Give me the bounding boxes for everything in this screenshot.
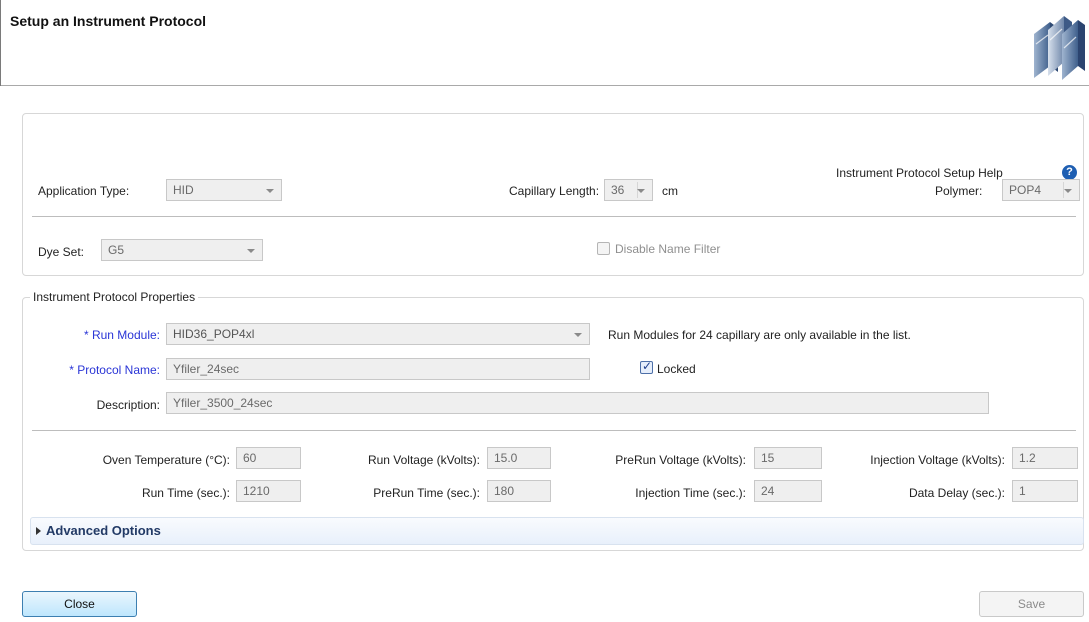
check-icon: ✓ bbox=[642, 359, 653, 373]
polymer-select[interactable]: POP4 bbox=[1002, 179, 1080, 201]
dye-set-value: G5 bbox=[108, 243, 125, 257]
dye-set-select[interactable]: G5 bbox=[101, 239, 263, 261]
properties-legend: Instrument Protocol Properties bbox=[30, 290, 199, 304]
run-module-label-row: * Run Module: bbox=[40, 328, 160, 342]
advanced-options-expander[interactable] bbox=[30, 517, 1084, 545]
data-delay-field[interactable]: 1 bbox=[1012, 480, 1078, 502]
oven-temperature-label: Oven Temperature (°C): bbox=[102, 453, 230, 467]
data-delay-label: Data Delay (sec.): bbox=[908, 486, 1005, 500]
injection-voltage-field[interactable]: 1.2 bbox=[1012, 447, 1078, 469]
run-time-label: Run Time (sec.): bbox=[141, 486, 230, 500]
polymer-value: POP4 bbox=[1009, 183, 1042, 197]
prerun-voltage-value: 15 bbox=[761, 451, 775, 465]
description-label: Description: bbox=[96, 398, 160, 412]
run-module-value: HID36_POP4xl bbox=[173, 327, 255, 341]
prerun-time-field[interactable]: 180 bbox=[487, 480, 551, 502]
disable-name-filter-checkbox[interactable] bbox=[597, 242, 610, 255]
advanced-options-label[interactable]: Advanced Options bbox=[46, 523, 161, 538]
page-title: Setup an Instrument Protocol bbox=[10, 13, 207, 29]
divider bbox=[32, 216, 1076, 217]
injection-time-value: 24 bbox=[761, 484, 775, 498]
required-marker: * bbox=[83, 328, 89, 342]
prerun-time-label: PreRun Time (sec.): bbox=[373, 486, 480, 500]
expand-arrow-icon[interactable] bbox=[36, 527, 41, 535]
protocol-name-label: Protocol Name: bbox=[77, 363, 160, 377]
protocol-name-field[interactable]: Yfiler_24sec bbox=[166, 358, 590, 380]
run-module-label: Run Module: bbox=[91, 328, 160, 342]
run-time-field[interactable]: 1210 bbox=[236, 480, 301, 502]
data-delay-value: 1 bbox=[1019, 484, 1026, 498]
locked-checkbox[interactable]: ✓ bbox=[640, 359, 653, 374]
description-field[interactable]: Yfiler_3500_24sec bbox=[166, 392, 989, 414]
run-voltage-field[interactable]: 15.0 bbox=[487, 447, 551, 469]
help-link-label[interactable]: Instrument Protocol Setup Help bbox=[836, 166, 1003, 180]
description-value: Yfiler_3500_24sec bbox=[173, 396, 273, 410]
question-icon[interactable]: ? bbox=[1062, 165, 1077, 180]
save-button[interactable]: Save bbox=[979, 591, 1084, 617]
required-marker: * bbox=[69, 363, 74, 377]
application-type-value: HID bbox=[173, 183, 194, 197]
prerun-voltage-label: PreRun Voltage (kVolts): bbox=[615, 453, 746, 467]
run-voltage-value: 15.0 bbox=[494, 451, 518, 465]
dye-set-label: Dye Set: bbox=[38, 245, 85, 259]
capillary-length-label: Capillary Length: bbox=[509, 184, 600, 198]
window-edge bbox=[0, 0, 1, 86]
protocol-name-value: Yfiler_24sec bbox=[173, 362, 240, 376]
capillary-length-select[interactable]: 36 bbox=[604, 179, 653, 201]
capillary-length-unit: cm bbox=[662, 184, 678, 198]
oven-temperature-value: 60 bbox=[243, 451, 257, 465]
prerun-time-value: 180 bbox=[494, 484, 515, 498]
instrument-logo-icon bbox=[1028, 4, 1086, 84]
polymer-label: Polymer: bbox=[935, 184, 983, 198]
disable-name-filter-label: Disable Name Filter bbox=[615, 242, 721, 256]
run-voltage-label: Run Voltage (kVolts): bbox=[367, 453, 480, 467]
locked-label: Locked bbox=[657, 362, 696, 376]
protocol-name-label-row: * Protocol Name: bbox=[20, 363, 160, 377]
close-button[interactable]: Close bbox=[22, 591, 137, 617]
run-module-select[interactable]: HID36_POP4xl bbox=[166, 323, 590, 345]
application-type-label: Application Type: bbox=[38, 184, 130, 198]
injection-time-label: Injection Time (sec.): bbox=[635, 486, 746, 500]
application-type-select[interactable]: HID bbox=[166, 179, 282, 201]
run-time-value: 1210 bbox=[243, 484, 270, 498]
injection-voltage-label: Injection Voltage (kVolts): bbox=[870, 453, 1005, 467]
run-module-note: Run Modules for 24 capillary are only av… bbox=[608, 328, 911, 342]
capillary-length-value: 36 bbox=[611, 183, 625, 197]
oven-temperature-field[interactable]: 60 bbox=[236, 447, 301, 469]
injection-voltage-value: 1.2 bbox=[1019, 451, 1036, 465]
divider bbox=[32, 430, 1076, 431]
